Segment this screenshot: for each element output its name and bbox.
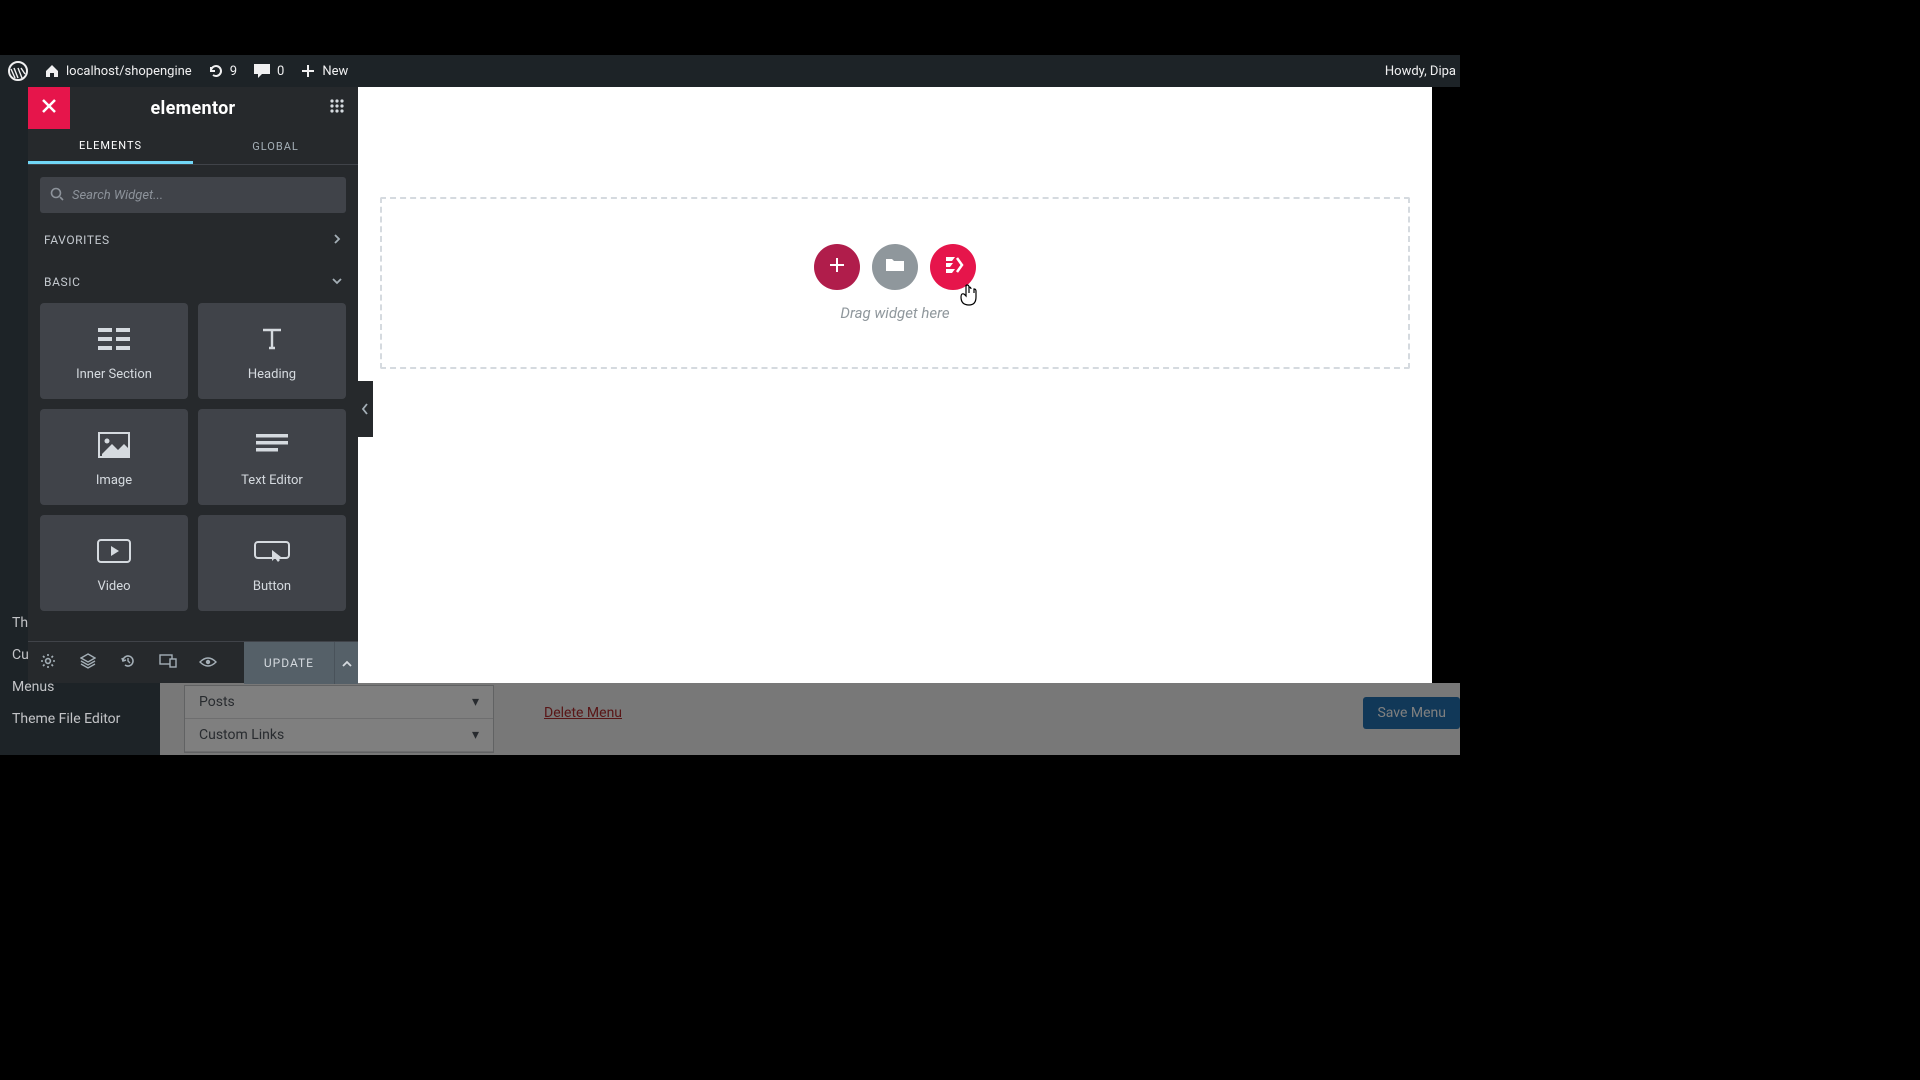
refresh-icon xyxy=(208,63,224,79)
widget-label: Image xyxy=(96,473,132,488)
caret-up-icon xyxy=(342,653,352,672)
chevron-right-icon xyxy=(332,233,342,247)
comments-count: 0 xyxy=(277,64,284,79)
comment-icon xyxy=(253,63,271,79)
widget-label: Heading xyxy=(248,367,296,382)
close-button[interactable] xyxy=(28,87,70,129)
overlay-mask xyxy=(160,683,1460,755)
widget-heading[interactable]: Heading xyxy=(198,303,346,399)
wp-logo-icon[interactable] xyxy=(0,55,36,87)
comments-link[interactable]: 0 xyxy=(245,55,292,87)
updates-count: 9 xyxy=(230,64,237,79)
wp-side-item[interactable]: Theme File Editor xyxy=(0,703,160,735)
widget-label: Text Editor xyxy=(241,473,303,488)
update-button[interactable]: UPDATE xyxy=(244,642,334,684)
text-lines-icon xyxy=(256,427,288,463)
widget-button[interactable]: Button xyxy=(198,515,346,611)
updates-link[interactable]: 9 xyxy=(200,55,245,87)
chevron-left-icon xyxy=(361,400,369,419)
widget-text-editor[interactable]: Text Editor xyxy=(198,409,346,505)
widget-label: Button xyxy=(253,579,291,594)
widget-grid: Inner Section Heading Image Text Editor xyxy=(28,303,358,611)
elementskit-icon xyxy=(942,255,964,279)
search-icon xyxy=(50,186,64,205)
navigator-button[interactable] xyxy=(68,642,108,684)
layers-icon xyxy=(80,653,96,673)
add-section-button[interactable] xyxy=(814,244,860,290)
editor-footer: UPDATE xyxy=(28,641,358,683)
heading-icon xyxy=(257,321,287,357)
elementskit-button[interactable] xyxy=(930,244,976,290)
plus-icon xyxy=(827,255,847,279)
history-icon xyxy=(120,653,136,673)
tab-elements[interactable]: ELEMENTS xyxy=(28,129,193,164)
button-icon xyxy=(254,533,290,569)
elementor-panel: elementor ELEMENTS GLOBAL xyxy=(28,87,358,683)
new-label: New xyxy=(322,64,348,79)
gear-icon xyxy=(40,653,56,673)
add-template-button[interactable] xyxy=(872,244,918,290)
wp-admin-bar: localhost/shopengine 9 0 New Ho xyxy=(0,55,1460,87)
elementor-brand: elementor xyxy=(70,98,316,119)
editor-header: elementor xyxy=(28,87,358,129)
columns-icon xyxy=(98,321,130,357)
drop-zone-label: Drag widget here xyxy=(840,304,949,322)
settings-button[interactable] xyxy=(28,642,68,684)
widget-video[interactable]: Video xyxy=(40,515,188,611)
site-link[interactable]: localhost/shopengine xyxy=(36,55,200,87)
widget-label: Video xyxy=(97,579,130,594)
category-label: FAVORITES xyxy=(44,233,110,247)
category-favorites[interactable]: FAVORITES xyxy=(28,219,358,261)
image-icon xyxy=(98,427,130,463)
category-basic[interactable]: BASIC xyxy=(28,261,358,303)
video-icon xyxy=(97,533,131,569)
category-label: BASIC xyxy=(44,275,81,289)
devices-icon xyxy=(159,653,177,672)
eye-icon xyxy=(199,653,217,672)
close-icon xyxy=(40,97,58,119)
home-icon xyxy=(44,63,60,79)
update-options-button[interactable] xyxy=(334,642,358,684)
greeting[interactable]: Howdy, Dipa xyxy=(1385,64,1460,79)
drop-zone[interactable]: Drag widget here xyxy=(380,197,1410,369)
menu-grid-button[interactable] xyxy=(316,87,358,129)
search-input[interactable] xyxy=(72,188,336,203)
widget-label: Inner Section xyxy=(76,367,152,382)
editor-canvas: Drag widget here xyxy=(358,87,1432,683)
collapse-panel-button[interactable] xyxy=(357,381,373,437)
plus-icon xyxy=(300,63,316,79)
preview-button[interactable] xyxy=(188,642,228,684)
site-name: localhost/shopengine xyxy=(66,64,192,79)
widget-image[interactable]: Image xyxy=(40,409,188,505)
tab-global[interactable]: GLOBAL xyxy=(193,129,358,164)
chevron-down-icon xyxy=(332,275,342,289)
folder-icon xyxy=(884,256,906,278)
new-link[interactable]: New xyxy=(292,55,356,87)
responsive-button[interactable] xyxy=(148,642,188,684)
history-button[interactable] xyxy=(108,642,148,684)
grid-icon xyxy=(329,98,345,118)
editor-tabs: ELEMENTS GLOBAL xyxy=(28,129,358,165)
search-box xyxy=(40,177,346,213)
widget-inner-section[interactable]: Inner Section xyxy=(40,303,188,399)
